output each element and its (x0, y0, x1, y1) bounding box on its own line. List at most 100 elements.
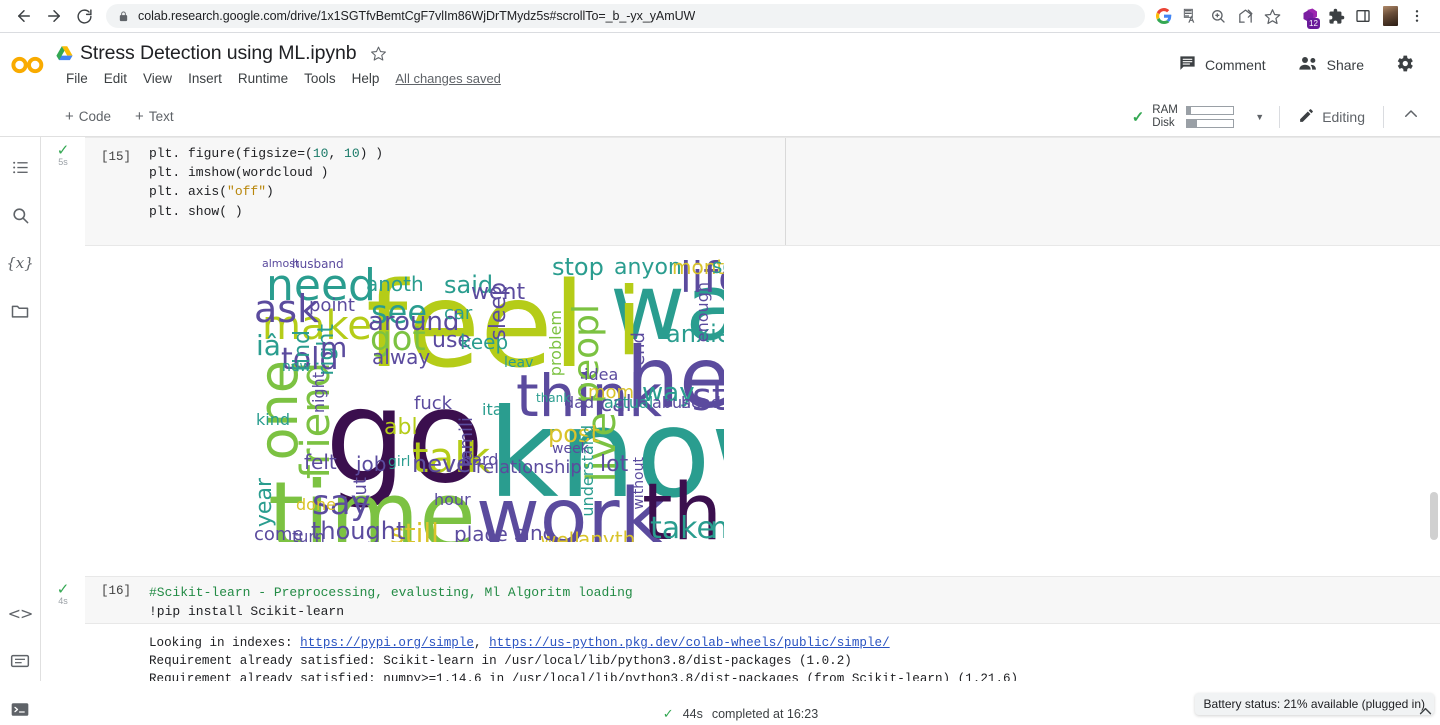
extension-purple-icon[interactable]: 12 (1296, 3, 1322, 29)
menu-insert[interactable]: Insert (180, 69, 230, 88)
sidebar-item-terminal[interactable] (2, 691, 38, 725)
wordcloud-word: enough (693, 282, 712, 343)
wordcloud-word: job (356, 452, 387, 476)
cell-run-gutter[interactable]: ✓ 5s (41, 137, 85, 246)
menu-runtime[interactable]: Runtime (230, 69, 296, 88)
sidepanel-icon[interactable] (1350, 3, 1376, 29)
output-line-2: Requirement already satisfied: numpy>=1.… (149, 672, 1019, 681)
toolbar-divider (1383, 105, 1384, 128)
scrollbar-thumb[interactable] (1430, 492, 1438, 540)
comment-button[interactable]: Comment (1171, 49, 1273, 81)
pypi-link[interactable]: https://pypi.org/simple (300, 636, 474, 650)
wordcloud-word: fuck (414, 393, 453, 414)
add-text-cell-button[interactable]: + Text (126, 104, 183, 129)
wordcloud-word: put (350, 477, 371, 507)
forward-arrow-icon[interactable] (40, 2, 68, 30)
title-row: Stress Detection using ML.ipynb (56, 38, 501, 68)
toolbar-right: ✓ RAM Disk ▼ Editing (1126, 100, 1440, 133)
back-arrow-icon[interactable] (10, 2, 38, 30)
share-button[interactable]: Share (1291, 50, 1371, 80)
scroll-to-top-icon[interactable] (1417, 703, 1434, 725)
caret-down-icon[interactable]: ▼ (1250, 107, 1269, 127)
editing-label: Editing (1322, 108, 1365, 125)
wordcloud-word: head (681, 393, 721, 412)
bookmark-star-icon[interactable] (1259, 3, 1285, 29)
save-status-link[interactable]: All changes saved (395, 71, 501, 86)
code-line-3: plt. show( ) (149, 203, 243, 219)
disk-label: Disk (1152, 116, 1175, 129)
editing-mode-button[interactable]: Editing (1290, 103, 1373, 131)
wordcloud-word: alway (372, 345, 431, 369)
left-sidebar: {x} <> (0, 137, 41, 716)
ram-row: RAM (1152, 104, 1235, 117)
comment-icon (1178, 54, 1197, 76)
wordcloud-word: point (309, 295, 355, 316)
wordcloud-word: idea (584, 365, 619, 384)
header-actions: Comment Share (1171, 33, 1440, 97)
sidebar-item-code-snippets[interactable]: <> (2, 595, 38, 631)
google-icon[interactable] (1151, 3, 1177, 29)
wordcloud-word: husband (292, 257, 344, 271)
browser-action-icons: 12 (1151, 3, 1430, 29)
wordcloud-word: now (282, 359, 311, 375)
sidebar-item-command-palette[interactable] (2, 643, 38, 679)
vertical-scrollbar[interactable] (1428, 137, 1440, 681)
code-line-0: #Scikit-learn - Preprocessing, evalustin… (85, 583, 1440, 602)
cell-run-gutter[interactable]: ✓ 4s (41, 576, 85, 624)
menu-edit[interactable]: Edit (96, 69, 135, 88)
puzzle-extension-icon[interactable] (1323, 3, 1349, 29)
wordcloud-word: without (631, 457, 647, 510)
gear-icon (1394, 53, 1415, 77)
wordcloud-word: understand (578, 425, 597, 517)
menu-view[interactable]: View (135, 69, 180, 88)
settings-button[interactable] (1389, 48, 1420, 82)
code-line-1: plt. imshow(wordcloud ) (149, 165, 329, 181)
code-cell-16[interactable]: ✓ 4s [16] #Scikit-learn - Preprocessing,… (41, 576, 1440, 624)
wordcloud-word: thank (536, 391, 571, 405)
sidebar-item-files[interactable] (2, 293, 38, 329)
add-text-label: Text (148, 109, 174, 124)
wordcloud-word: m (320, 331, 348, 364)
sidebar-item-variables[interactable]: {x} (2, 245, 38, 281)
add-code-cell-button[interactable]: + Code (56, 104, 120, 129)
chevron-up-icon[interactable] (1394, 100, 1428, 133)
cell-code-editor[interactable]: [15] plt. figure(figsize=(10, 10) ) plt.… (85, 137, 1440, 246)
people-icon (1298, 55, 1319, 75)
kebab-menu-icon[interactable] (1404, 3, 1430, 29)
wordcloud-word: year (252, 478, 277, 528)
reload-icon[interactable] (70, 2, 98, 30)
notebook-title[interactable]: Stress Detection using ML.ipynb (80, 42, 357, 65)
share-icon[interactable] (1232, 3, 1258, 29)
wordcloud-word: thought (311, 517, 406, 542)
cell-output-divider (785, 138, 786, 245)
wordcloud-word: almost (262, 257, 300, 270)
disk-bar (1186, 118, 1235, 128)
status-duration: 44s (682, 707, 703, 721)
code-cell-15[interactable]: ✓ 5s [15] plt. figure(figsize=(10, 10) )… (41, 137, 1440, 246)
star-outline-icon[interactable] (370, 45, 387, 62)
profile-avatar-icon[interactable] (1377, 3, 1403, 29)
address-bar[interactable]: colab.research.google.com/drive/1x1SGTfv… (106, 4, 1145, 28)
wordcloud-word: problem (546, 310, 565, 377)
status-message: completed at 16:23 (711, 707, 819, 721)
wordcloud-word: hour (434, 490, 471, 509)
navigation-buttons (10, 2, 98, 30)
notebook-scroll-area[interactable]: ✓ 5s [15] plt. figure(figsize=(10, 10) )… (41, 137, 1440, 681)
resource-meter[interactable]: ✓ RAM Disk (1126, 101, 1241, 133)
sidebar-bottom-icons: <> (0, 595, 40, 725)
zoom-icon[interactable] (1205, 3, 1231, 29)
sidebar-item-find-replace[interactable] (2, 197, 38, 233)
notebook-toolbar: + Code + Text ✓ RAM Disk ▼ Editing (0, 97, 1440, 137)
menu-help[interactable]: Help (344, 69, 388, 88)
wordcloud-word: done (296, 495, 336, 514)
colab-logo-icon[interactable] (0, 33, 56, 97)
menu-file[interactable]: File (58, 69, 96, 88)
green-check-icon: ✓ (56, 581, 70, 598)
sidebar-item-table-of-contents[interactable] (2, 149, 38, 185)
translate-icon[interactable] (1178, 3, 1204, 29)
menu-tools[interactable]: Tools (296, 69, 344, 88)
colab-wheels-link[interactable]: https://us-python.pkg.dev/colab-wheels/p… (489, 636, 890, 650)
colab-header: Stress Detection using ML.ipynb File Edi… (0, 33, 1440, 97)
cell-code-editor[interactable]: [16] #Scikit-learn - Preprocessing, eval… (85, 576, 1440, 624)
green-check-icon: ✓ (1131, 108, 1145, 126)
